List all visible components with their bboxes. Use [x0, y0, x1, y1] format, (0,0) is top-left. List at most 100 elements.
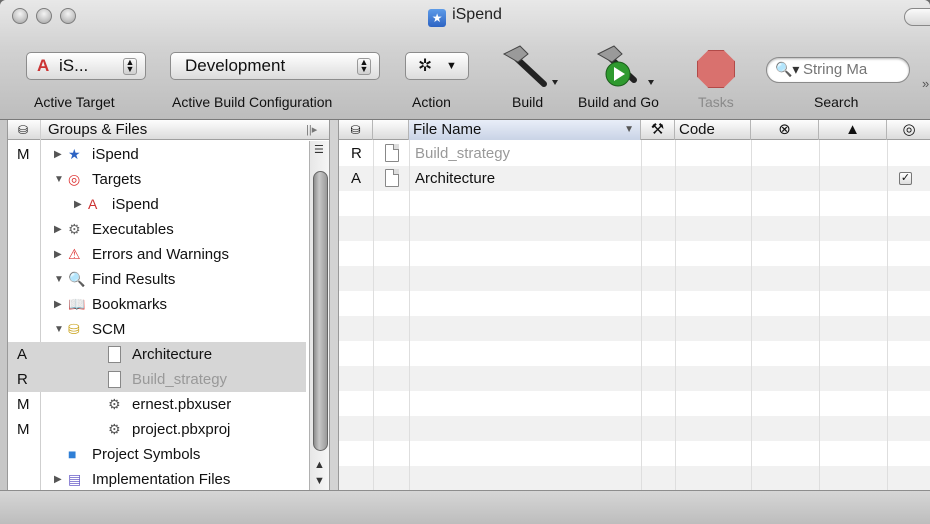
groups-files-row[interactable]: M ⚙ project.pbxproj — [8, 417, 306, 442]
disclosure-closed-icon[interactable]: ▶ — [54, 242, 62, 267]
scm-column-icon[interactable]: ⛁ — [339, 120, 373, 140]
document-icon — [108, 346, 121, 363]
toolbar-overflow-icon[interactable]: » — [922, 76, 929, 91]
code-column-header[interactable]: Code — [675, 120, 751, 140]
groups-files-label: Architecture — [132, 346, 213, 363]
scroll-down-icon[interactable]: ▼ — [314, 475, 325, 487]
disclosure-closed-icon[interactable]: ▶ — [54, 292, 62, 317]
vertical-scrollbar[interactable]: ☰ ▲ ▼ — [309, 141, 329, 490]
hammer-icon[interactable] — [500, 44, 560, 90]
groups-files-row[interactable]: ▶ ▤ Implementation Files — [8, 467, 306, 490]
scm-status: R — [351, 145, 362, 162]
groups-files-row[interactable]: ▶ 📖 Bookmarks — [8, 292, 306, 317]
column-divider — [819, 140, 820, 490]
sort-desc-icon: ▼ — [624, 124, 634, 135]
search-input[interactable] — [803, 61, 903, 78]
scm-status: R — [17, 371, 28, 388]
list-view-icon: ☰ — [314, 144, 324, 156]
file-list-header: ⛁ File Name ▼ ⚒ Code ⊗ ▲ ◎ — [339, 120, 930, 140]
row-stripe — [339, 316, 930, 341]
scm-status: M — [17, 146, 30, 163]
target-column-header[interactable]: ◎ — [887, 120, 930, 140]
groups-files-label: Errors and Warnings — [92, 246, 229, 263]
file-row[interactable]: R Build_strategy — [339, 141, 930, 166]
groups-files-label: Executables — [92, 221, 174, 238]
active-target-popup[interactable]: AiS... ▲ ▼ — [26, 52, 146, 80]
column-divider — [641, 140, 642, 490]
groups-files-row[interactable]: ▶ ⚠ Errors and Warnings — [8, 242, 306, 267]
groups-files-label: project.pbxproj — [132, 421, 231, 438]
disclosure-open-icon[interactable]: ▼ — [54, 317, 64, 342]
scm-status: M — [17, 396, 30, 413]
disclosure-closed-icon[interactable]: ▶ — [74, 192, 82, 217]
scrollbar-thumb[interactable] — [313, 171, 328, 451]
column-resize-icon[interactable]: ||▸ — [306, 120, 317, 140]
target-icon: ◎ — [68, 171, 81, 187]
groups-files-title[interactable]: Groups & Files — [48, 120, 147, 140]
disclosure-open-icon[interactable]: ▼ — [54, 167, 64, 192]
popup-arrows-icon: ▲ ▼ — [123, 58, 137, 75]
errors-column-header[interactable]: ⊗ — [751, 120, 819, 140]
build-and-go-label: Build and Go — [578, 94, 659, 110]
groups-files-row[interactable]: ▶ ⚙ Executables — [8, 217, 306, 242]
disclosure-closed-icon[interactable]: ▶ — [54, 142, 62, 167]
pbx-file-icon: ⚙ — [108, 421, 121, 437]
search-icon: 🔍▾ — [775, 61, 800, 77]
warning-icon: ⚠ — [68, 246, 81, 262]
scm-column-icon: ⛁ — [18, 123, 29, 137]
icon-column-header[interactable] — [373, 120, 409, 140]
document-icon — [385, 169, 399, 187]
stop-tasks-icon[interactable] — [697, 50, 735, 88]
search-label: Search — [814, 94, 859, 110]
column-divider — [751, 140, 752, 490]
popup-arrows-icon: ▲ ▼ — [357, 58, 371, 75]
groups-files-label: Project Symbols — [92, 446, 201, 463]
disclosure-closed-icon[interactable]: ▶ — [54, 467, 62, 490]
warnings-column-header[interactable]: ▲ — [819, 120, 887, 140]
toolbar-toggle-button[interactable] — [904, 8, 930, 26]
groups-files-row[interactable]: M ⚙ ernest.pbxuser — [8, 392, 306, 417]
file-name: Build_strategy — [415, 145, 511, 162]
row-stripe — [339, 366, 930, 391]
file-name-column-header[interactable]: File Name ▼ — [409, 120, 641, 140]
executables-icon: ⚙ — [68, 221, 81, 237]
groups-files-label: iSpend — [112, 196, 159, 213]
build-config-popup[interactable]: Development ▲ ▼ — [170, 52, 380, 80]
action-popup[interactable]: ✲ ▼ — [405, 52, 469, 80]
xcode-window: ★ iSpend AiS... ▲ ▼ Active Target Developm… — [0, 0, 930, 524]
xcode-project-icon: ★ — [68, 146, 81, 162]
pane-splitter[interactable] — [330, 120, 338, 490]
groups-files-row[interactable]: ■ Project Symbols — [8, 442, 306, 467]
row-stripe — [339, 416, 930, 441]
build-and-go-icon[interactable] — [594, 44, 656, 90]
groups-files-row[interactable]: R Build_strategy — [8, 367, 306, 392]
scroll-up-icon[interactable]: ▲ — [314, 459, 325, 471]
disclosure-closed-icon[interactable]: ▶ — [54, 217, 62, 242]
file-row[interactable]: A Architecture ✓ — [339, 166, 930, 191]
window-title: ★ iSpend — [0, 6, 930, 27]
groups-files-row[interactable]: M ▶ ★ iSpend — [8, 142, 306, 167]
column-divider — [675, 140, 676, 490]
groups-files-row[interactable]: A Architecture — [8, 342, 306, 367]
build-column-header[interactable]: ⚒ — [641, 120, 675, 140]
gear-icon: ✲ — [418, 56, 433, 75]
groups-files-row[interactable]: ▶ AiSpend — [8, 192, 306, 217]
window-title-text: iSpend — [452, 6, 502, 23]
action-label: Action — [412, 94, 451, 110]
groups-files-row[interactable]: ▼ ◎ Targets — [8, 167, 306, 192]
row-stripe — [339, 466, 930, 490]
row-stripe — [339, 391, 930, 416]
disclosure-open-icon[interactable]: ▼ — [54, 267, 64, 292]
groups-files-row[interactable]: ▼ ⛁ SCM — [8, 317, 306, 342]
groups-files-label: Targets — [92, 171, 142, 188]
groups-files-row[interactable]: ▼ 🔍 Find Results — [8, 267, 306, 292]
app-target-icon: A — [88, 196, 98, 212]
file-name-header-text: File Name — [413, 121, 482, 138]
search-field[interactable]: 🔍▾ — [766, 57, 910, 83]
code-header-text: Code — [679, 121, 715, 138]
build-config-label: Active Build Configuration — [172, 94, 333, 110]
build-config-value: Development — [185, 56, 286, 75]
column-divider — [887, 140, 888, 490]
target-checkbox[interactable]: ✓ — [899, 172, 912, 185]
file-list-pane: ⛁ File Name ▼ ⚒ Code ⊗ ▲ ◎ R Build_strate… — [338, 120, 930, 490]
